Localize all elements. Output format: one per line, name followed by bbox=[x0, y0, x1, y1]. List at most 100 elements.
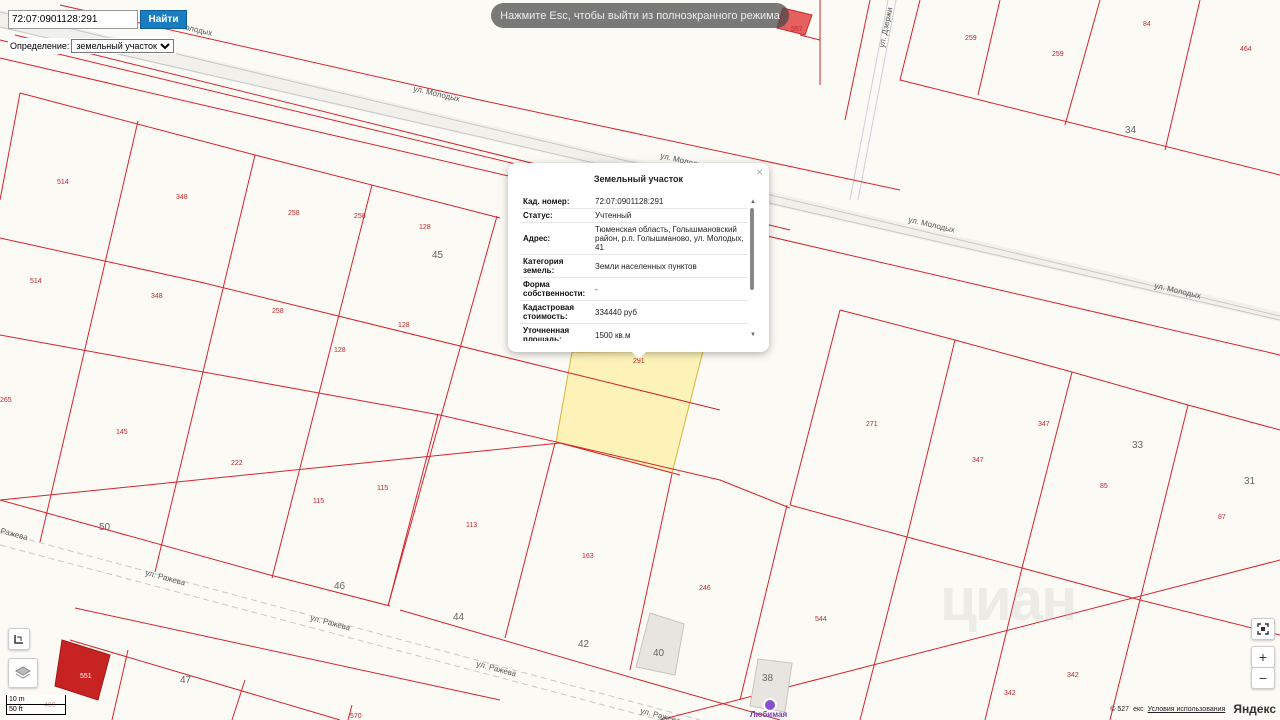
parcel-label: 342 bbox=[1004, 690, 1016, 697]
ruler-button[interactable] bbox=[8, 628, 30, 650]
parcel-label: 163 bbox=[582, 553, 594, 560]
definition-row: Определение: земельный участок bbox=[8, 38, 177, 54]
cadastral-search-input[interactable] bbox=[8, 10, 138, 29]
parcel-label: 128 bbox=[419, 224, 431, 231]
zoom-out-button[interactable]: − bbox=[1251, 667, 1275, 689]
row-value: - bbox=[592, 277, 748, 301]
house-number: 42 bbox=[578, 639, 590, 650]
close-icon[interactable]: × bbox=[756, 165, 763, 179]
parcel-label: 544 bbox=[815, 616, 827, 623]
parcel-label: 271 bbox=[866, 421, 878, 428]
parcel-label: 113 bbox=[466, 522, 477, 529]
parcel-label: 347 bbox=[972, 457, 984, 464]
row-key: Кадастровая стоимость: bbox=[520, 300, 592, 324]
table-row: Адрес: Тюменская область, Голышмановский … bbox=[520, 222, 748, 255]
cian-watermark: циан bbox=[940, 566, 1077, 633]
house-number: 45 bbox=[432, 250, 444, 261]
scale-bar: 10 m 50 ft bbox=[6, 695, 66, 715]
parcel-label: 557 bbox=[791, 26, 803, 33]
definition-select[interactable]: земельный участок bbox=[71, 39, 175, 53]
scroll-down-icon[interactable]: ▼ bbox=[750, 332, 756, 338]
house-number: 34 bbox=[1125, 125, 1137, 136]
parcel-label: 342 bbox=[1067, 672, 1079, 679]
row-value: 334440 руб bbox=[592, 300, 748, 324]
parcel-label: 115 bbox=[313, 498, 324, 505]
popup-title: Земельный участок bbox=[593, 174, 684, 184]
parcel-label: 514 bbox=[30, 278, 42, 285]
parcel-label: 128 bbox=[398, 322, 410, 329]
popup-body[interactable]: Кад. номер: 72:07:0901128:291 Статус: Учте… bbox=[520, 195, 752, 341]
row-value: Тюменская область, Голышмановский район,… bbox=[592, 222, 748, 255]
row-key: Кад. номер: bbox=[520, 195, 592, 209]
scale-feet: 50 ft bbox=[6, 705, 66, 715]
house-number: 40 bbox=[653, 648, 665, 659]
find-button[interactable]: Найти bbox=[140, 10, 187, 29]
popup-scrollbar[interactable]: ▲ ▼ bbox=[750, 199, 756, 339]
row-value: 1500 кв.м bbox=[592, 323, 748, 341]
parcel-label: 347 bbox=[1038, 421, 1050, 428]
parcel-label: 570 bbox=[350, 713, 362, 720]
selected-parcel-label: 291 bbox=[633, 358, 645, 365]
poi-label[interactable]: Любимая bbox=[750, 710, 787, 719]
terms-link[interactable]: Условия использования bbox=[1148, 706, 1226, 713]
parcel-info-popup: × Земельный участок Кад. номер: 72:07:090… bbox=[508, 163, 769, 352]
parcel-label: 265 bbox=[0, 397, 12, 404]
house-number: 31 bbox=[1244, 476, 1256, 487]
parcel-label: 84 bbox=[1143, 21, 1151, 28]
parcel-label: 87 bbox=[1218, 514, 1226, 521]
row-value: Учтенный bbox=[592, 208, 748, 223]
house-number: 33 bbox=[1132, 440, 1144, 451]
copyright: © 527 bbox=[1110, 705, 1130, 713]
parcel-label: 258 bbox=[272, 308, 284, 315]
parcel-label: 128 bbox=[334, 347, 346, 354]
parcel-label: 258 bbox=[288, 210, 300, 217]
row-key: Статус: bbox=[520, 208, 592, 223]
parcel-label: 259 bbox=[1052, 51, 1064, 58]
table-row: Категория земель: Земли населенных пункто… bbox=[520, 254, 748, 278]
row-value: 72:07:0901128:291 bbox=[592, 195, 748, 209]
popup-tail bbox=[630, 350, 648, 359]
table-row: Форма собственности: - bbox=[520, 277, 748, 301]
ruler-icon bbox=[14, 635, 23, 644]
parcel-info-table: Кад. номер: 72:07:0901128:291 Статус: Учте… bbox=[520, 195, 748, 341]
parcel-label: 246 bbox=[699, 585, 711, 592]
definition-label: Определение: bbox=[10, 41, 70, 51]
fullscreen-button[interactable] bbox=[1251, 618, 1275, 640]
row-key: Адрес: bbox=[520, 222, 592, 255]
table-row: Кадастровая стоимость: 334440 руб bbox=[520, 300, 748, 324]
fullscreen-exit-icon bbox=[1257, 623, 1269, 635]
yandex-logo[interactable]: Яндекс bbox=[1233, 702, 1276, 716]
parcel-label: 115 bbox=[377, 485, 388, 492]
parcel-label: 464 bbox=[1240, 46, 1252, 53]
scroll-up-icon[interactable]: ▲ bbox=[750, 199, 756, 205]
parcel-label: 348 bbox=[151, 293, 163, 300]
zoom-in-button[interactable]: + bbox=[1251, 646, 1275, 668]
layers-button[interactable] bbox=[8, 658, 38, 688]
fullscreen-notice: Нажмите Esc, чтобы выйти из полноэкранно… bbox=[491, 3, 789, 28]
parcel-label: 514 bbox=[57, 179, 69, 186]
scale-meters: 10 m bbox=[6, 695, 66, 705]
house-number: 44 bbox=[453, 612, 465, 623]
parcel-label: 259 bbox=[965, 35, 977, 42]
search-box: Найти bbox=[8, 10, 187, 29]
copyright-partial: екс bbox=[1133, 705, 1144, 713]
house-number: 47 bbox=[180, 675, 192, 686]
row-key: Форма собственности: bbox=[520, 277, 592, 301]
cadastral-map[interactable]: 514 514 348 348 258 258 258 128 128 128 … bbox=[0, 0, 1280, 720]
parcel-label: 145 bbox=[116, 429, 128, 436]
house-number: 50 bbox=[99, 522, 111, 533]
parcel-label: 85 bbox=[1100, 483, 1108, 490]
parcel-label: 258 bbox=[354, 213, 366, 220]
scroll-thumb[interactable] bbox=[750, 208, 754, 290]
house-number: 46 bbox=[334, 581, 346, 592]
parcel-label: 222 bbox=[231, 460, 243, 467]
row-value: Земли населенных пунктов bbox=[592, 254, 748, 278]
parcel-label: 348 bbox=[176, 194, 188, 201]
map-footer: © 527 екс Условия использования Яндекс bbox=[1110, 702, 1276, 716]
table-row: Уточненная площадь: 1500 кв.м bbox=[520, 323, 748, 341]
row-key: Уточненная площадь: bbox=[520, 323, 592, 341]
table-row: Статус: Учтенный bbox=[520, 208, 748, 223]
parcel-label: 551 bbox=[80, 673, 92, 680]
row-key: Категория земель: bbox=[520, 254, 592, 278]
layers-icon bbox=[14, 666, 32, 679]
